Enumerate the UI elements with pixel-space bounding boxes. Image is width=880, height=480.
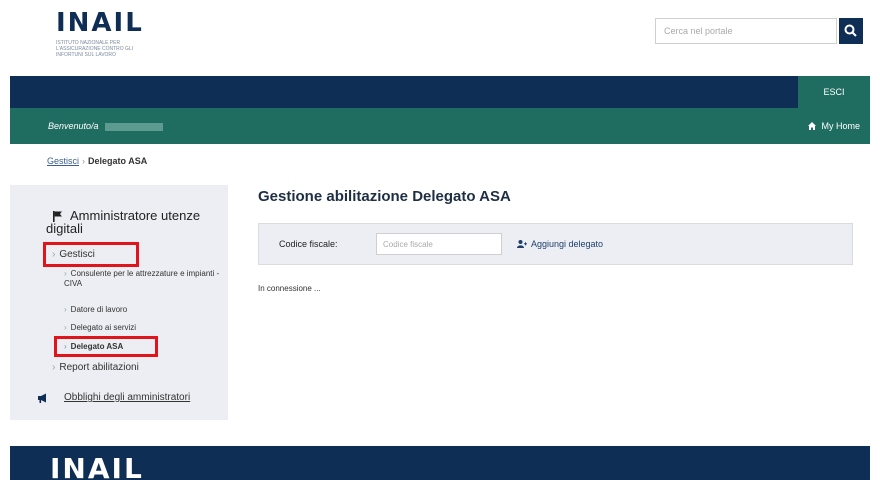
megaphone-icon bbox=[38, 393, 46, 403]
obblighi-link[interactable]: Obblighi degli amministratori bbox=[64, 392, 190, 403]
add-user-icon bbox=[517, 240, 527, 248]
search-delegate-panel: Codice fiscale: Codice fiscale Aggiungi … bbox=[258, 223, 853, 265]
connection-status: In connessione ... bbox=[258, 284, 321, 293]
add-delegate-button[interactable]: Aggiungi delegato bbox=[517, 239, 603, 249]
add-delegate-label: Aggiungi delegato bbox=[531, 239, 604, 249]
my-home-label: My Home bbox=[821, 121, 860, 131]
chevron-right-icon: › bbox=[52, 362, 56, 373]
logo-wordmark: INAIL bbox=[56, 8, 144, 38]
chevron-right-icon: › bbox=[64, 323, 67, 332]
page-title: Gestione abilitazione Delegato ASA bbox=[258, 188, 511, 205]
highlight-box-delegato-asa bbox=[54, 336, 158, 357]
breadcrumb-current: Delegato ASA bbox=[88, 156, 148, 166]
top-nav-bar: ESCI bbox=[10, 76, 870, 108]
chevron-right-icon: › bbox=[64, 305, 67, 314]
user-bar: Benvenuto/a My Home bbox=[10, 108, 870, 144]
sidebar-subitem-delegato-servizi[interactable]: › Delegato ai servizi bbox=[64, 323, 136, 333]
search-button[interactable] bbox=[839, 18, 863, 44]
logout-button[interactable]: ESCI bbox=[798, 76, 870, 108]
sidebar-subitem-datore[interactable]: › Datore di lavoro bbox=[64, 305, 127, 315]
inail-logo[interactable]: INAIL ISTITUTO NAZIONALE PER L'ASSICURAZ… bbox=[56, 8, 166, 58]
site-footer: INAIL bbox=[10, 446, 870, 480]
sidebar: Amministratore utenze digitali › Gestisci… bbox=[10, 185, 228, 420]
chevron-right-icon: › bbox=[64, 269, 67, 278]
welcome-message: Benvenuto/a bbox=[48, 121, 164, 131]
welcome-label: Benvenuto/a bbox=[48, 121, 99, 131]
my-home-link[interactable]: My Home bbox=[807, 121, 860, 131]
breadcrumb-separator: › bbox=[82, 156, 86, 166]
highlight-box-gestisci bbox=[43, 242, 139, 267]
logo-subtitle: ISTITUTO NAZIONALE PER L'ASSICURAZIONE C… bbox=[56, 40, 134, 58]
sidebar-subitem-label: Consulente per le attrezzature e impiant… bbox=[64, 269, 220, 288]
search-input[interactable]: Cerca nel portale bbox=[655, 18, 837, 44]
breadcrumb-gestisci[interactable]: Gestisci bbox=[47, 156, 79, 166]
user-name-redacted bbox=[105, 122, 164, 131]
sidebar-item-report[interactable]: › Report abilitazioni bbox=[52, 362, 139, 373]
codice-fiscale-input[interactable]: Codice fiscale bbox=[376, 233, 502, 255]
home-icon bbox=[807, 122, 816, 130]
footer-logo: INAIL bbox=[50, 452, 144, 480]
sidebar-item-label: Report abilitazioni bbox=[59, 362, 139, 373]
sidebar-subitem-label: Delegato ai servizi bbox=[70, 323, 137, 332]
sidebar-subitem-consulente[interactable]: › Consulente per le attrezzature e impian… bbox=[64, 269, 224, 289]
search-icon bbox=[844, 24, 857, 37]
breadcrumb: Gestisci › Delegato ASA bbox=[47, 156, 147, 166]
sidebar-title: Amministratore utenze digitali bbox=[46, 209, 218, 235]
sidebar-title-text: Amministratore utenze digitali bbox=[46, 208, 201, 236]
sidebar-subitem-label: Datore di lavoro bbox=[70, 305, 128, 314]
site-header: INAIL ISTITUTO NAZIONALE PER L'ASSICURAZ… bbox=[0, 0, 880, 76]
codice-fiscale-label: Codice fiscale: bbox=[279, 239, 338, 249]
